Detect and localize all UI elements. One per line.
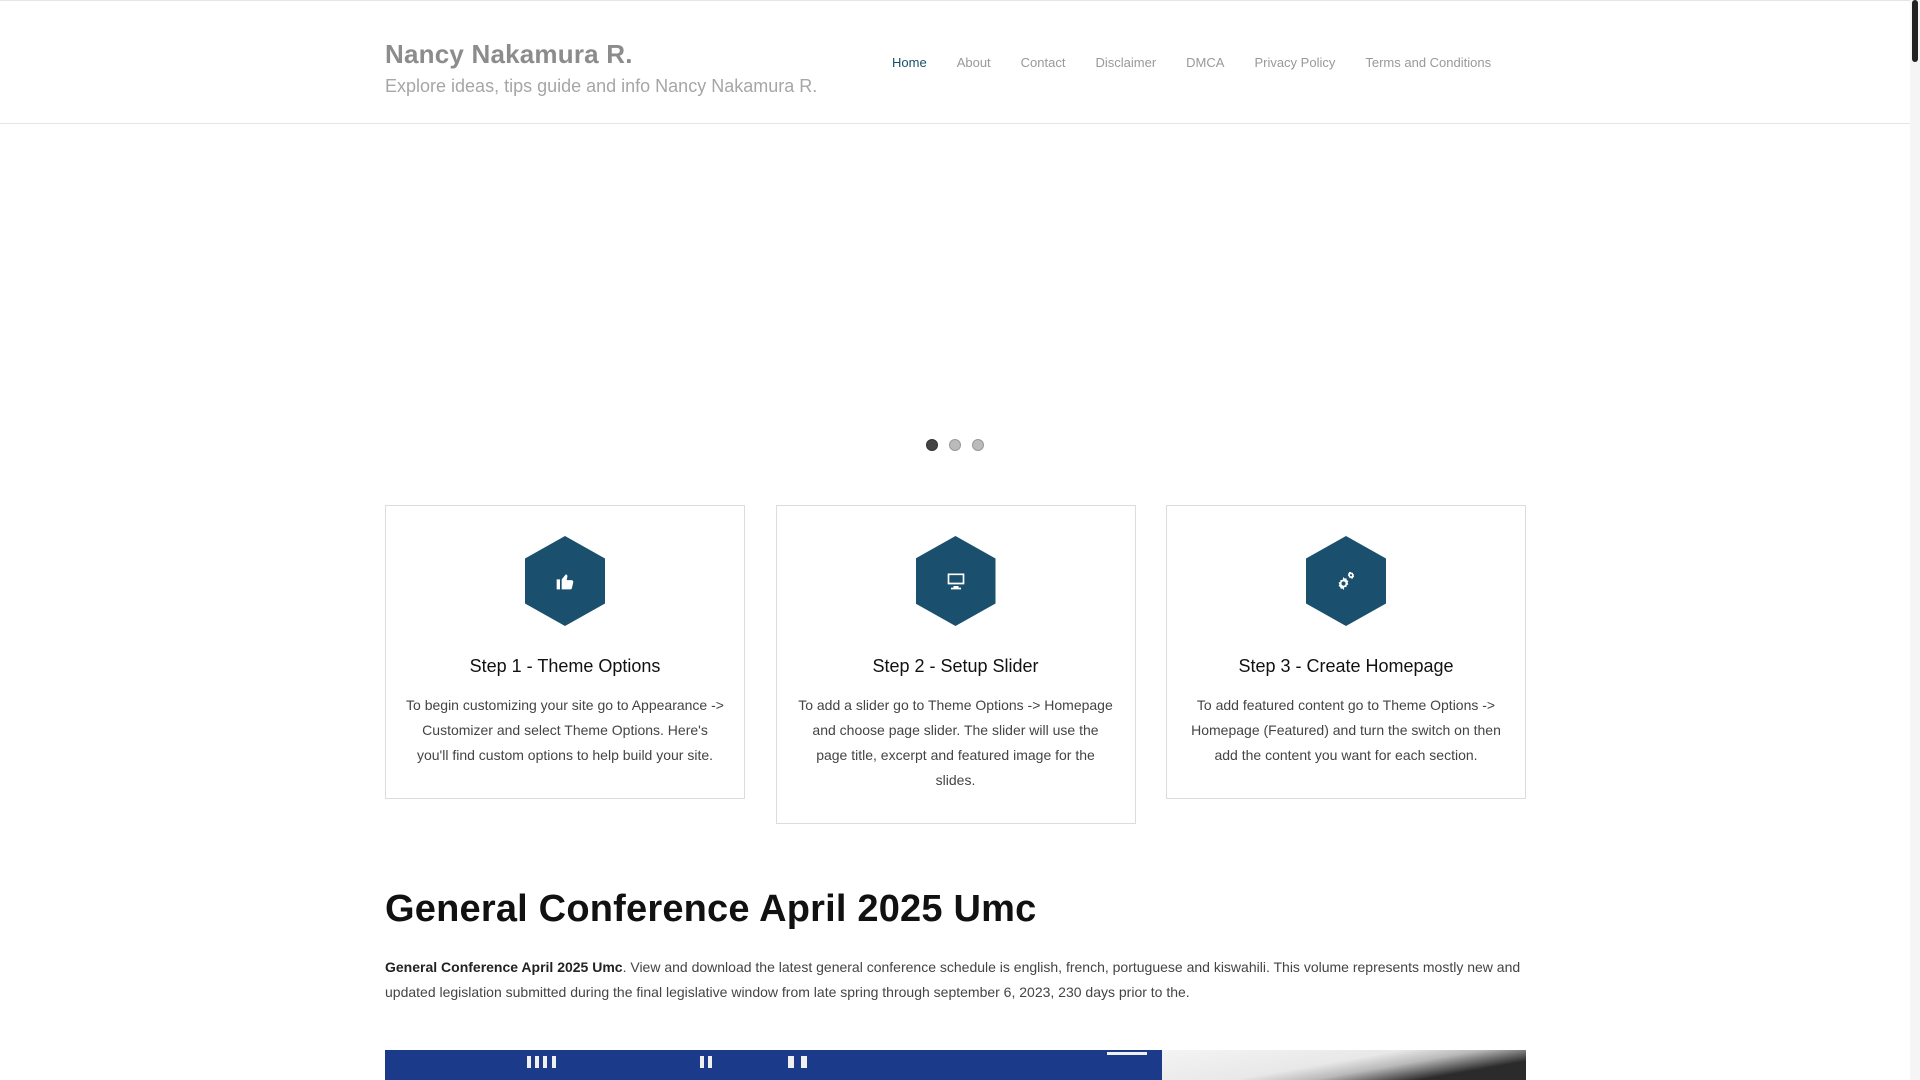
site-description: Explore ideas, tips guide and info Nancy… — [385, 76, 818, 96]
feature-text: To add a slider go to Theme Options -> H… — [798, 697, 1113, 788]
nav-terms[interactable]: Terms and Conditions — [1365, 55, 1491, 70]
gears-icon — [1338, 571, 1355, 591]
desktop-icon — [947, 573, 964, 590]
feature-box-step-3: Step 3 - Create Homepage To add featured… — [1166, 505, 1526, 799]
feature-boxes: Step 1 - Theme Options To begin customiz… — [385, 505, 1526, 824]
slider-dot-2[interactable] — [949, 439, 961, 451]
hero-slider — [385, 125, 1525, 465]
nav-contact[interactable]: Contact — [1021, 55, 1066, 70]
article: General Conference April 2025 Umc Genera… — [385, 888, 1526, 1005]
nav-about[interactable]: About — [957, 55, 991, 70]
feature-icon-wrap — [525, 536, 605, 626]
nav-disclaimer[interactable]: Disclaimer — [1095, 55, 1156, 70]
page-scrollbar[interactable] — [1910, 0, 1920, 1080]
nav-home[interactable]: Home — [892, 55, 927, 70]
scrollbar-thumb[interactable] — [1912, 0, 1918, 62]
feature-box-step-1: Step 1 - Theme Options To begin customiz… — [385, 505, 745, 799]
feature-icon-wrap — [1306, 536, 1386, 626]
feature-title: Step 3 - Create Homepage — [1238, 656, 1454, 676]
slider-dot-3[interactable] — [972, 439, 984, 451]
hexagon-badge — [915, 536, 996, 626]
article-lead-bold: General Conference April 2025 Umc — [385, 959, 623, 975]
feature-text: To add featured content go to Theme Opti… — [1191, 697, 1501, 763]
hexagon-badge — [525, 536, 605, 626]
main-nav: Home About Contact Disclaimer DMCA Priva… — [892, 55, 1521, 70]
nav-privacy-policy[interactable]: Privacy Policy — [1254, 55, 1335, 70]
hexagon-badge — [1306, 536, 1386, 626]
feature-icon-wrap — [915, 536, 996, 626]
article-excerpt: General Conference April 2025 Umc. View … — [385, 955, 1526, 1005]
feature-title: Step 2 - Setup Slider — [872, 656, 1039, 676]
featured-image-right — [1162, 1050, 1526, 1080]
feature-text: To begin customizing your site go to App… — [406, 697, 724, 763]
site-title[interactable]: Nancy Nakamura R. — [385, 39, 817, 70]
brand: Nancy Nakamura R. Explore ideas, tips gu… — [385, 39, 817, 97]
slider-dot-1[interactable] — [926, 439, 938, 451]
featured-image — [385, 1050, 1526, 1080]
slider-pagination — [926, 439, 984, 451]
thumbs-up-icon — [556, 574, 574, 590]
article-heading: General Conference April 2025 Umc — [385, 888, 1037, 930]
nav-dmca[interactable]: DMCA — [1186, 55, 1224, 70]
feature-title: Step 1 - Theme Options — [469, 656, 661, 676]
feature-box-step-2: Step 2 - Setup Slider To add a slider go… — [775, 505, 1136, 824]
site-header: Nancy Nakamura R. Explore ideas, tips gu… — [0, 1, 1910, 124]
featured-image-left — [385, 1050, 1162, 1080]
